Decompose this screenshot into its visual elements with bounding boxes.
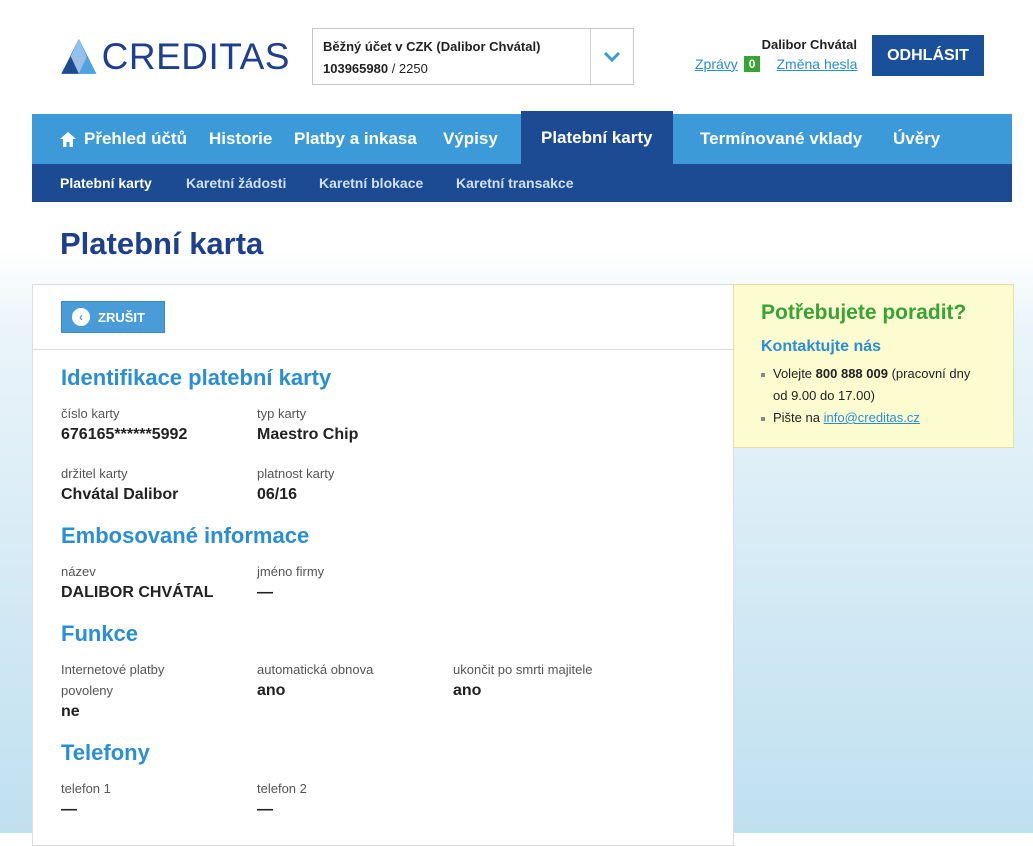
field-value: ano — [453, 682, 482, 699]
field-label: platnost karty — [257, 466, 335, 481]
field-value: — — [61, 801, 77, 818]
cancel-label: ZRUŠIT — [98, 309, 145, 325]
contact-title: Kontaktujte nás — [761, 338, 882, 355]
chevron-down-icon[interactable] — [590, 29, 633, 84]
page-title: Platební karta — [60, 226, 264, 261]
field-label: telefon 2 — [257, 781, 307, 796]
contact-list: Volejte 800 888 009 (pracovní dny od 9.0… — [761, 363, 976, 429]
subnav-item-card-transactions[interactable]: Karetní transakce — [456, 164, 574, 202]
field-value: 676165******5992 — [61, 426, 188, 443]
logout-button[interactable]: ODHLÁSIT — [872, 35, 984, 76]
field-internet-payments: Internetové platby povoleny ne — [61, 659, 211, 722]
section-title-identification: Identifikace platební karty — [61, 365, 332, 390]
contact-email-item: Pište na info@creditas.cz — [761, 407, 976, 429]
section-title-phones: Telefony — [61, 740, 150, 765]
field-label: telefon 1 — [61, 781, 111, 796]
cancel-button[interactable]: ‹ ZRUŠIT — [61, 301, 165, 333]
field-label: automatická obnova — [257, 662, 374, 677]
creditas-logo-icon — [61, 38, 97, 74]
section-title-functions: Funkce — [61, 621, 139, 646]
field-value: — — [257, 801, 273, 818]
field-label: držitel karty — [61, 466, 128, 481]
account-name: Běžný účet v CZK (Dalibor Chvátal) — [323, 39, 541, 54]
nav-item-label: Přehled účtů — [84, 129, 187, 148]
field-embossed-name: název DALIBOR CHVÁTAL — [61, 561, 251, 603]
field-label: Internetové platby povoleny — [61, 662, 165, 698]
panel-toolbar: ‹ ZRUŠIT — [33, 285, 733, 350]
field-value: Maestro Chip — [257, 426, 359, 443]
nav-item-loans[interactable]: Úvěry — [893, 114, 940, 164]
field-label: jméno firmy — [257, 564, 325, 579]
field-company-name: jméno firmy — — [257, 561, 447, 603]
account-number: 103965980 — [323, 61, 389, 76]
call-prefix: Volejte — [773, 366, 813, 381]
messages-link[interactable]: Zprávy — [695, 56, 738, 72]
main-navigation: Přehled účtů Historie Platby a inkasa Vý… — [32, 111, 1012, 164]
account-bank-code: / 2250 — [391, 61, 428, 76]
user-name: Dalibor Chvátal — [761, 37, 857, 52]
field-card-type: typ karty Maestro Chip — [257, 403, 447, 445]
nav-item-accounts-overview[interactable]: Přehled účtů — [60, 114, 187, 164]
creditas-logo[interactable]: CREDITAS — [60, 26, 290, 88]
nav-item-history[interactable]: Historie — [209, 114, 272, 164]
field-phone-2: telefon 2 — — [257, 778, 447, 820]
field-value: ne — [61, 703, 80, 720]
help-title: Potřebujete poradit? — [761, 301, 967, 324]
subnav-item-card-requests[interactable]: Karetní žádosti — [186, 164, 286, 202]
field-terminate-on-death: ukončit po smrti majitele ano — [453, 659, 643, 701]
field-value: — — [257, 584, 273, 601]
field-value: 06/16 — [257, 486, 298, 503]
contact-email-link[interactable]: info@creditas.cz — [824, 410, 920, 425]
field-card-number: číslo karty 676165******5992 — [61, 403, 251, 445]
field-label: typ karty — [257, 406, 307, 421]
field-card-holder: držitel karty Chvátal Dalibor — [61, 463, 251, 505]
field-value: DALIBOR CHVÁTAL — [61, 584, 214, 601]
messages-count-badge: 0 — [743, 56, 761, 72]
sub-navigation: Platební karty Karetní žádosti Karetní b… — [32, 164, 1012, 202]
change-password-link[interactable]: Změna hesla — [776, 56, 857, 72]
field-phone-1: telefon 1 — — [61, 778, 251, 820]
contact-phone: 800 888 009 — [815, 366, 888, 381]
write-prefix: Pište na — [773, 410, 820, 425]
nav-item-statements[interactable]: Výpisy — [443, 114, 498, 164]
field-value: ano — [257, 682, 286, 699]
nav-item-payment-cards[interactable]: Platební karty — [521, 111, 673, 164]
user-links: Zprávy 0 Změna hesla — [695, 56, 857, 72]
nav-item-term-deposits[interactable]: Termínované vklady — [700, 114, 862, 164]
field-label: název — [61, 564, 96, 579]
logo-text: CREDITAS — [101, 36, 290, 77]
subnav-item-card-blocks[interactable]: Karetní blokace — [319, 164, 423, 202]
home-icon — [60, 131, 76, 147]
nav-item-payments[interactable]: Platby a inkasa — [294, 114, 417, 164]
account-number-line: 103965980 / 2250 — [323, 61, 428, 76]
chevron-left-icon: ‹ — [72, 308, 90, 326]
field-value: Chvátal Dalibor — [61, 486, 179, 503]
field-label: číslo karty — [61, 406, 120, 421]
help-box: Potřebujete poradit? Kontaktujte nás Vol… — [733, 284, 1014, 448]
account-selector[interactable]: Běžný účet v CZK (Dalibor Chvátal) 10396… — [312, 28, 634, 85]
field-auto-renewal: automatická obnova ano — [257, 659, 447, 701]
subnav-item-payment-cards[interactable]: Platební karty — [60, 164, 152, 202]
field-card-validity: platnost karty 06/16 — [257, 463, 447, 505]
field-label: ukončit po smrti majitele — [453, 662, 593, 677]
section-title-embossed: Embosované informace — [61, 523, 310, 548]
contact-phone-item: Volejte 800 888 009 (pracovní dny od 9.0… — [761, 363, 976, 407]
card-detail-panel: ‹ ZRUŠIT Identifikace platební karty čís… — [32, 284, 734, 846]
